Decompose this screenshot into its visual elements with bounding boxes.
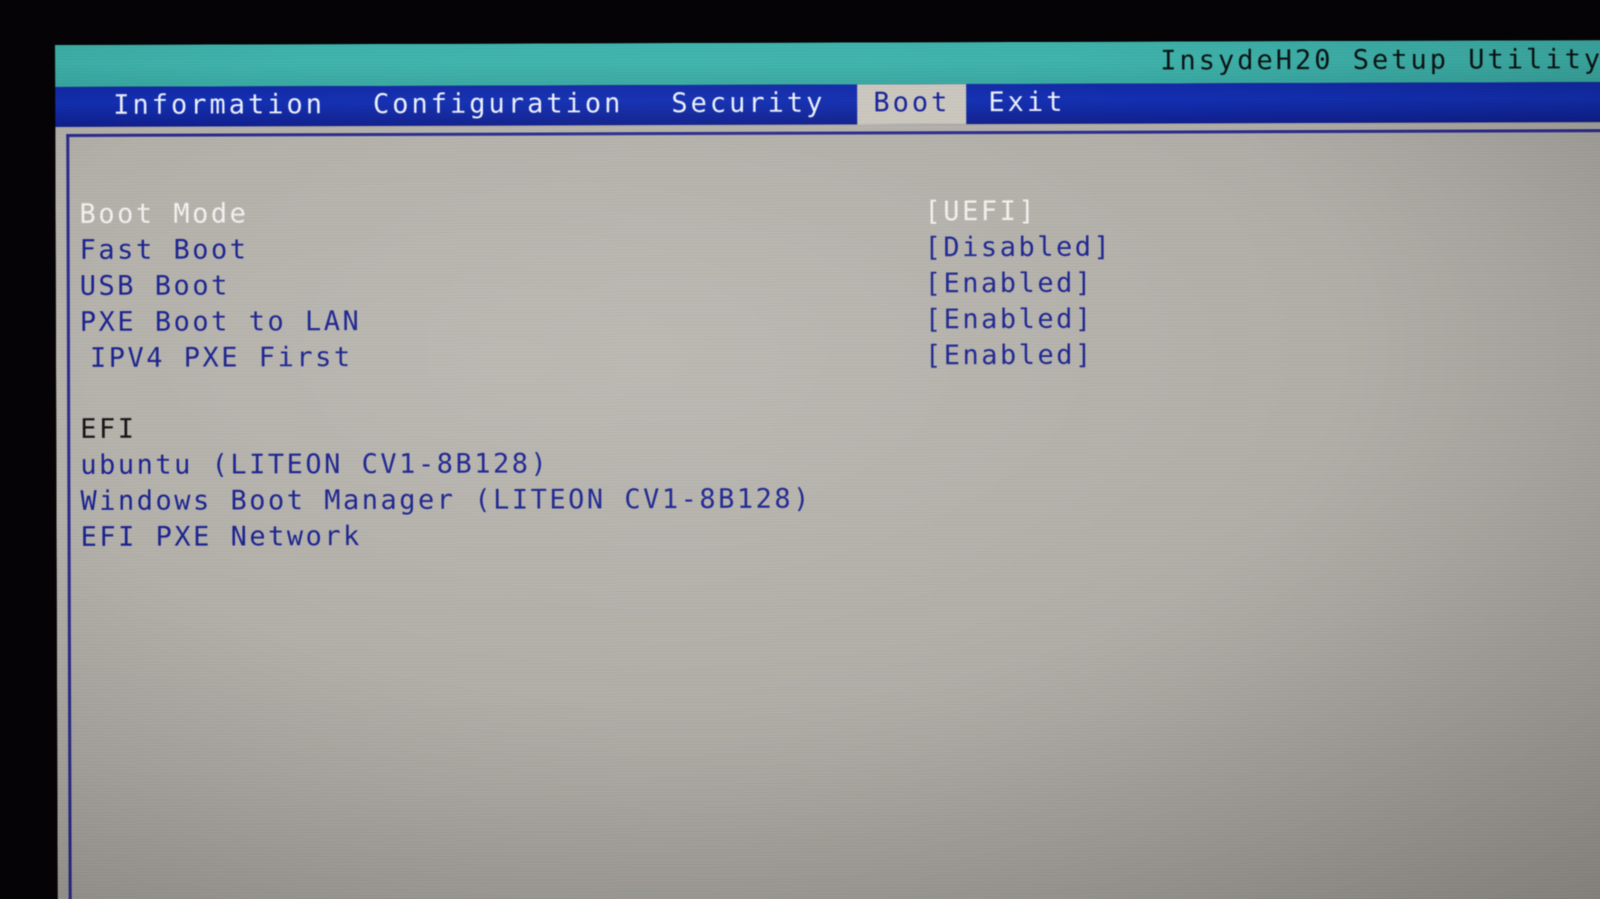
setting-label-ipv4-pxe-first: IPV4 PXE First: [89, 342, 353, 374]
setting-label-fast-boot: Fast Boot: [79, 234, 249, 266]
setting-row-ipv4-pxe-first[interactable]: IPV4 PXE First [Enabled]: [80, 336, 1540, 377]
title-bar: InsydeH20 Setup Utility: [55, 40, 1600, 87]
content-area: Boot Mode [UEFI] Fast Boot [Disabled] US…: [55, 122, 1600, 899]
boot-settings-list: Boot Mode [UEFI] Fast Boot [Disabled] US…: [79, 192, 1540, 377]
boot-entry-windows-boot-manager[interactable]: Windows Boot Manager (LITEON CV1-8B128): [80, 479, 1540, 520]
tab-boot[interactable]: Boot: [857, 84, 967, 125]
tab-configuration[interactable]: Configuration: [357, 85, 639, 126]
tab-information[interactable]: Information: [97, 86, 341, 127]
setting-label-usb-boot: USB Boot: [79, 270, 230, 302]
tab-security[interactable]: Security: [655, 85, 841, 126]
tab-exit[interactable]: Exit: [972, 84, 1081, 124]
setting-label-boot-mode: Boot Mode: [79, 198, 249, 230]
efi-group-heading: EFI: [80, 413, 137, 445]
setting-value-fast-boot[interactable]: [Disabled]: [925, 230, 1113, 267]
setting-row-boot-mode[interactable]: Boot Mode [UEFI]: [79, 192, 1539, 233]
efi-boot-order-group: EFI ubuntu (LITEON CV1-8B128) Windows Bo…: [80, 407, 1540, 556]
setting-row-fast-boot[interactable]: Fast Boot [Disabled]: [80, 228, 1540, 269]
bios-screen: InsydeH20 Setup Utility Information Conf…: [55, 40, 1600, 899]
boot-entry-ubuntu[interactable]: ubuntu (LITEON CV1-8B128): [80, 443, 1540, 484]
page-title: InsydeH20 Setup Utility: [1160, 44, 1600, 77]
menu-item-list: Information Configuration Security Boot …: [55, 84, 1097, 127]
setting-label-pxe-boot-to-lan: PXE Boot to LAN: [79, 306, 362, 338]
setting-value-boot-mode[interactable]: [UEFI]: [924, 194, 1037, 230]
setting-value-pxe-boot-to-lan[interactable]: [Enabled]: [925, 302, 1094, 339]
menu-bar: Information Configuration Security Boot …: [55, 82, 1600, 127]
photo-of-laptop-screen: InsydeH20 Setup Utility Information Conf…: [0, 0, 1600, 899]
setting-row-pxe-boot-to-lan[interactable]: PXE Boot to LAN [Enabled]: [80, 300, 1540, 341]
setting-value-ipv4-pxe-first[interactable]: [Enabled]: [925, 338, 1094, 375]
setting-row-usb-boot[interactable]: USB Boot [Enabled]: [80, 264, 1540, 305]
setting-value-usb-boot[interactable]: [Enabled]: [925, 266, 1094, 303]
boot-entry-efi-pxe-network[interactable]: EFI PXE Network: [80, 515, 1540, 556]
